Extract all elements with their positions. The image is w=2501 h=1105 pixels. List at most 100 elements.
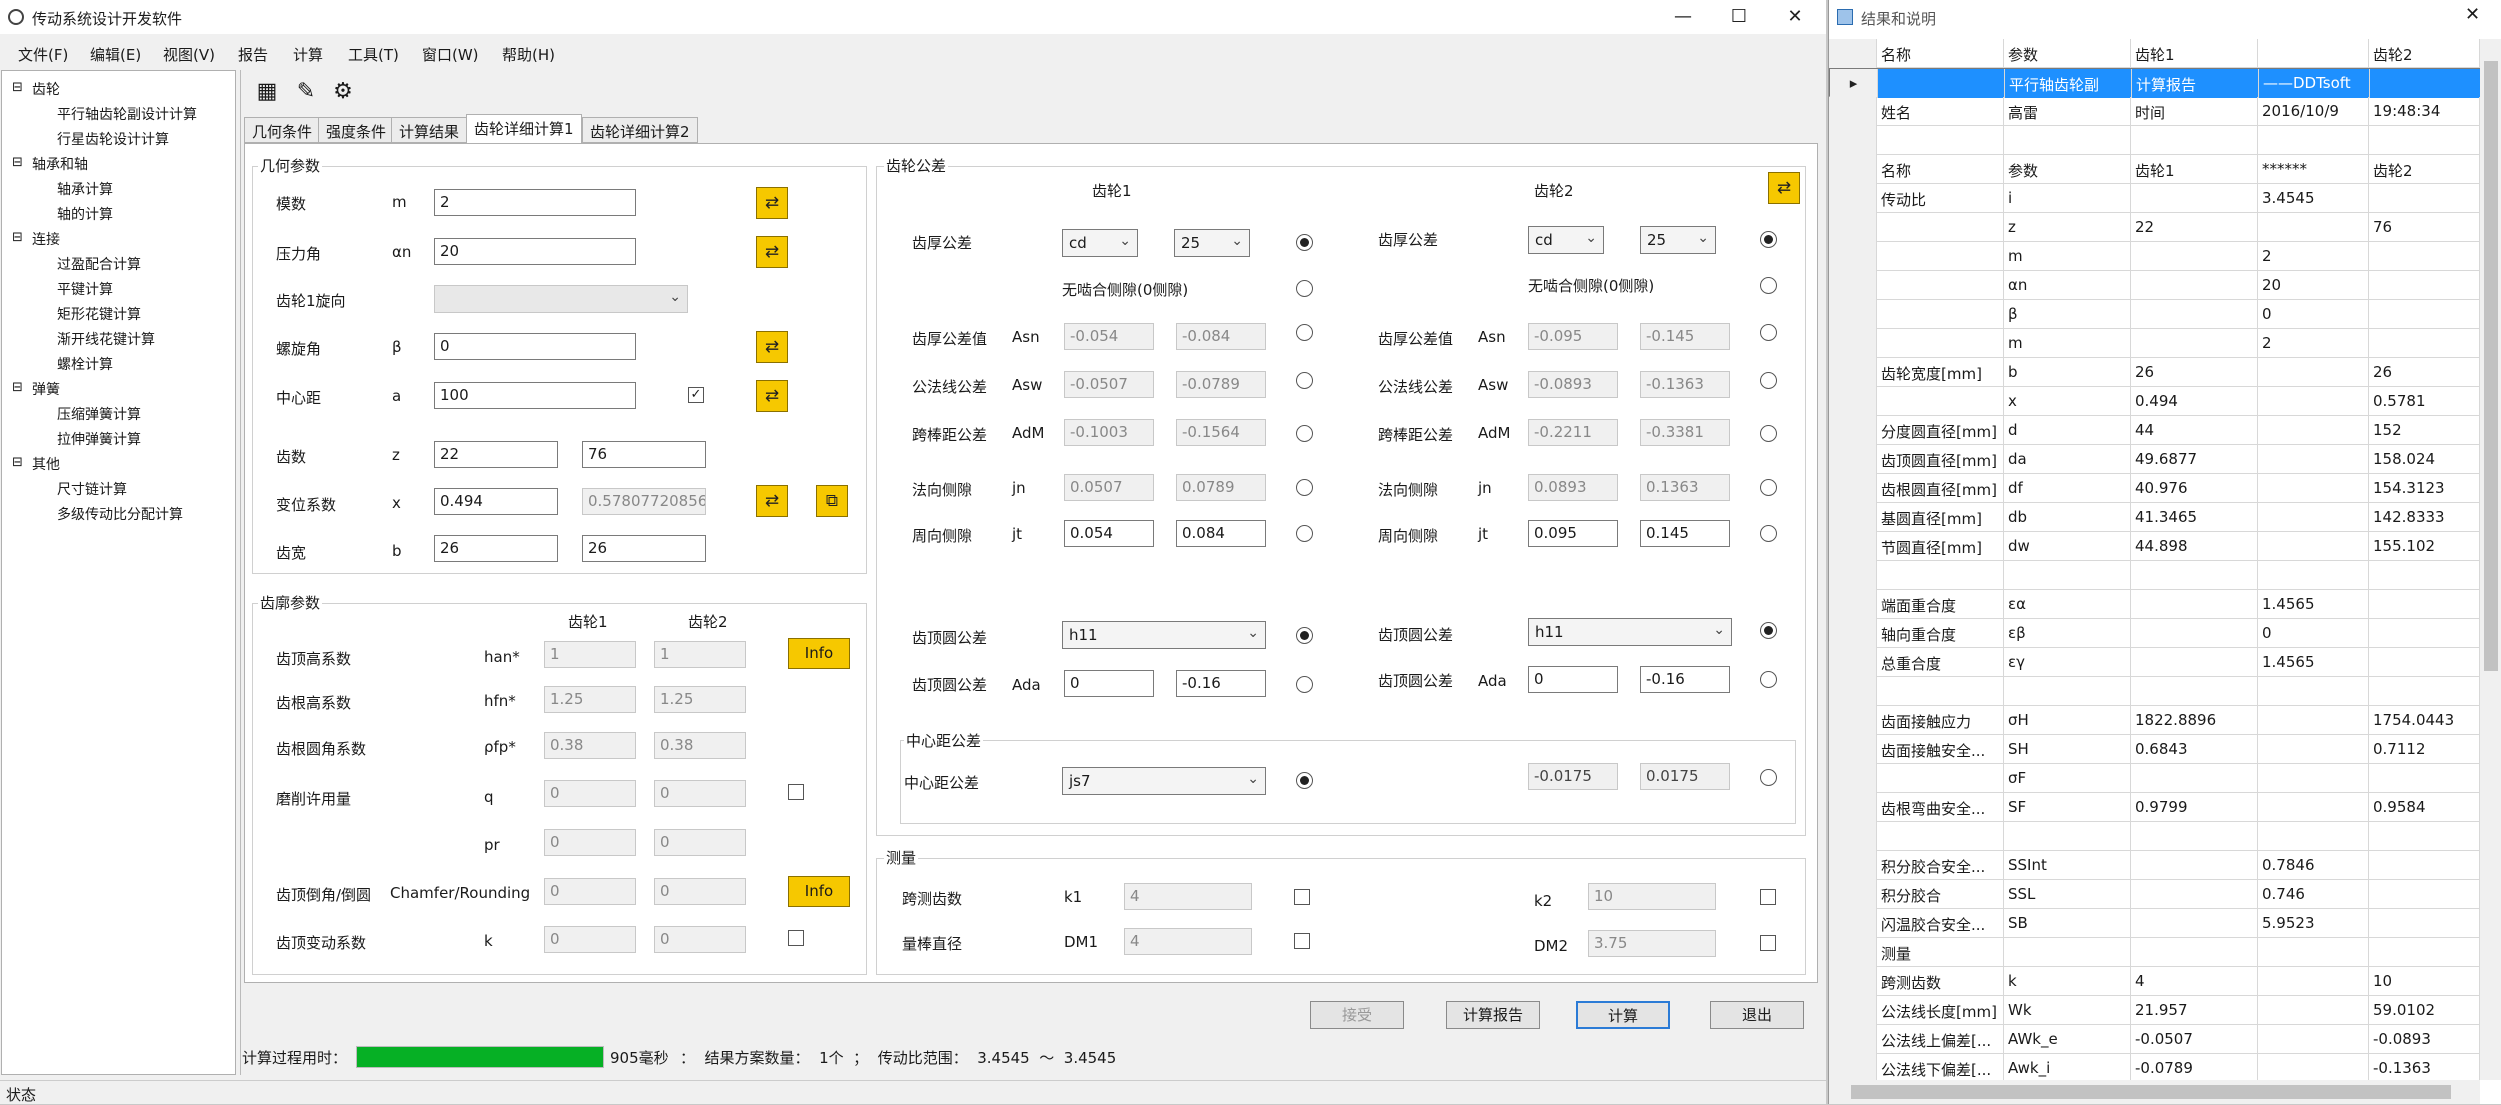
grid-cell[interactable]: [2369, 648, 2480, 677]
addendum-gear2-input[interactable]: 1: [654, 641, 746, 668]
grid-cell[interactable]: dw: [2004, 532, 2131, 561]
grid-cell[interactable]: [2258, 938, 2369, 967]
scroll-thumb[interactable]: [2484, 61, 2498, 671]
menu-help[interactable]: 帮助(H): [502, 44, 555, 65]
jt-gear2-lower[interactable]: 0.145: [1640, 520, 1730, 547]
grid-cell[interactable]: [2369, 300, 2480, 329]
grid-cell[interactable]: [1877, 764, 2004, 793]
addendum-gear1-input[interactable]: 1: [544, 641, 636, 668]
adm-gear1-upper[interactable]: -0.1003: [1064, 419, 1154, 446]
grid-cell[interactable]: 22: [2131, 213, 2258, 242]
row-header-cell[interactable]: [1829, 387, 1877, 416]
calculate-button[interactable]: 计算: [1576, 1001, 1670, 1029]
thickness-tol-gear2-radio[interactable]: [1760, 231, 1777, 248]
span-teeth-gear1-checkbox[interactable]: [1294, 889, 1310, 905]
grid-cell[interactable]: 计算报告: [2132, 69, 2259, 98]
teeth-gear2-input[interactable]: 76: [582, 441, 706, 468]
grid-cell[interactable]: 0.9799: [2131, 793, 2258, 822]
asw-gear2-lower[interactable]: -0.1363: [1640, 371, 1730, 398]
grid-cell[interactable]: σH: [2004, 706, 2131, 735]
grid-cell[interactable]: [2369, 561, 2480, 590]
grid-cell[interactable]: 0.494: [2131, 387, 2258, 416]
dedendum-gear2-input[interactable]: 1.25: [654, 686, 746, 713]
center-tol-lower[interactable]: -0.0175: [1528, 763, 1618, 790]
row-header-cell[interactable]: [1829, 706, 1877, 735]
grid-cell[interactable]: [2369, 938, 2480, 967]
grid-cell[interactable]: k: [2004, 967, 2131, 996]
row-header-cell[interactable]: [1829, 155, 1877, 184]
grid-cell[interactable]: 76: [2369, 213, 2480, 242]
grid-cell[interactable]: [2369, 126, 2480, 155]
table-row[interactable]: m2: [1829, 329, 2480, 358]
table-row[interactable]: 端面重合度 εα 1.4565: [1829, 590, 2480, 619]
grid-cell[interactable]: df: [2004, 474, 2131, 503]
grid-cell[interactable]: [2258, 735, 2369, 764]
tree-group-other[interactable]: 其他: [32, 454, 60, 474]
thickness-tol-gear1-radio[interactable]: [1296, 234, 1313, 251]
tip-alteration-gear2-input[interactable]: 0: [654, 926, 746, 953]
thickness-grade-gear1-select[interactable]: 25 ⌄: [1174, 229, 1250, 257]
thickness-tol-gear1-select[interactable]: cd ⌄: [1062, 229, 1138, 257]
table-row[interactable]: [1829, 822, 2480, 851]
grid-cell[interactable]: [2258, 677, 2369, 706]
table-row[interactable]: 公法线下偏差[... Awk_i -0.0789 -0.1363: [1829, 1054, 2480, 1080]
tip-tol-gear1-select[interactable]: h11 ⌄: [1062, 621, 1266, 649]
menu-file[interactable]: 文件(F): [18, 44, 68, 65]
horizontal-scrollbar[interactable]: [1829, 1080, 2480, 1104]
adm-gear1-radio[interactable]: [1296, 425, 1313, 442]
grid-cell[interactable]: 公法线上偏差[...: [1877, 1025, 2004, 1054]
width-gear2-input[interactable]: 26: [582, 535, 706, 562]
grid-cell[interactable]: [1877, 677, 2004, 706]
grid-cell[interactable]: z: [2004, 213, 2131, 242]
ball-diameter-gear2[interactable]: 3.75: [1588, 930, 1716, 957]
menu-window[interactable]: 窗口(W): [422, 44, 479, 65]
tree-item-involute-spline[interactable]: 渐开线花键计算: [57, 329, 155, 349]
grid-cell[interactable]: 齿轮2: [2369, 39, 2480, 68]
grid-cell[interactable]: 0: [2258, 300, 2369, 329]
grid-cell[interactable]: 齿轮1: [2131, 39, 2258, 68]
grid-cell[interactable]: db: [2004, 503, 2131, 532]
grid-cell[interactable]: 2016/10/9: [2258, 97, 2369, 126]
grinding-gear2-input[interactable]: 0: [654, 780, 746, 807]
grid-cell[interactable]: x: [2004, 387, 2131, 416]
row-header-cell[interactable]: [1829, 358, 1877, 387]
menu-report[interactable]: 报告: [238, 44, 268, 65]
helix-angle-input[interactable]: 0: [434, 333, 636, 360]
jt-gear2-upper[interactable]: 0.095: [1528, 520, 1618, 547]
row-header-cell[interactable]: ▸: [1830, 69, 1878, 98]
table-row[interactable]: 公法线上偏差[... AWk_e -0.0507 -0.0893: [1829, 1025, 2480, 1054]
shift-gear2-input[interactable]: 0.578077208561: [582, 488, 706, 515]
grid-cell[interactable]: 跨测齿数: [1877, 967, 2004, 996]
menu-tools[interactable]: 工具(T): [348, 44, 399, 65]
collapse-icon[interactable]: ⊟: [12, 155, 23, 170]
grid-cell[interactable]: 分度圆直径[mm]: [1877, 416, 2004, 445]
tree-item-shaft[interactable]: 轴的计算: [57, 204, 113, 224]
center-distance-checkbox[interactable]: ✓: [688, 387, 704, 403]
grid-cell[interactable]: [2131, 764, 2258, 793]
tree-group-gear[interactable]: 齿轮: [32, 79, 60, 99]
grid-cell[interactable]: 公法线长度[mm]: [1877, 996, 2004, 1025]
helix-direction-select[interactable]: ⌄: [434, 285, 688, 313]
pressure-angle-input[interactable]: 20: [434, 238, 636, 265]
asn-gear2-upper[interactable]: -0.095: [1528, 323, 1618, 350]
row-header-cell[interactable]: [1829, 880, 1877, 909]
grid-cell[interactable]: 总重合度: [1877, 648, 2004, 677]
jn-gear1-lower[interactable]: 0.0789: [1176, 474, 1266, 501]
table-row[interactable]: 齿顶圆直径[mm] da 49.6877 158.024: [1829, 445, 2480, 474]
table-row[interactable]: 轴向重合度 εβ 0: [1829, 619, 2480, 648]
grid-cell[interactable]: [2369, 184, 2480, 213]
adm-gear2-upper[interactable]: -0.2211: [1528, 419, 1618, 446]
tip-tol-gear2-radio[interactable]: [1760, 622, 1777, 639]
grid-cell[interactable]: [1877, 271, 2004, 300]
grid-cell[interactable]: [2369, 619, 2480, 648]
grid-cell[interactable]: [2369, 677, 2480, 706]
grid-cell[interactable]: [2131, 271, 2258, 300]
grid-cell[interactable]: 59.0102: [2369, 996, 2480, 1025]
tree-group-connect[interactable]: 连接: [32, 229, 60, 249]
grid-cell[interactable]: [2258, 416, 2369, 445]
grid-cell[interactable]: [2258, 387, 2369, 416]
exit-button[interactable]: 退出: [1710, 1001, 1804, 1029]
grid-cell[interactable]: -0.0893: [2369, 1025, 2480, 1054]
tree-item-key[interactable]: 平键计算: [57, 279, 113, 299]
row-header-cell[interactable]: [1829, 1025, 1877, 1054]
